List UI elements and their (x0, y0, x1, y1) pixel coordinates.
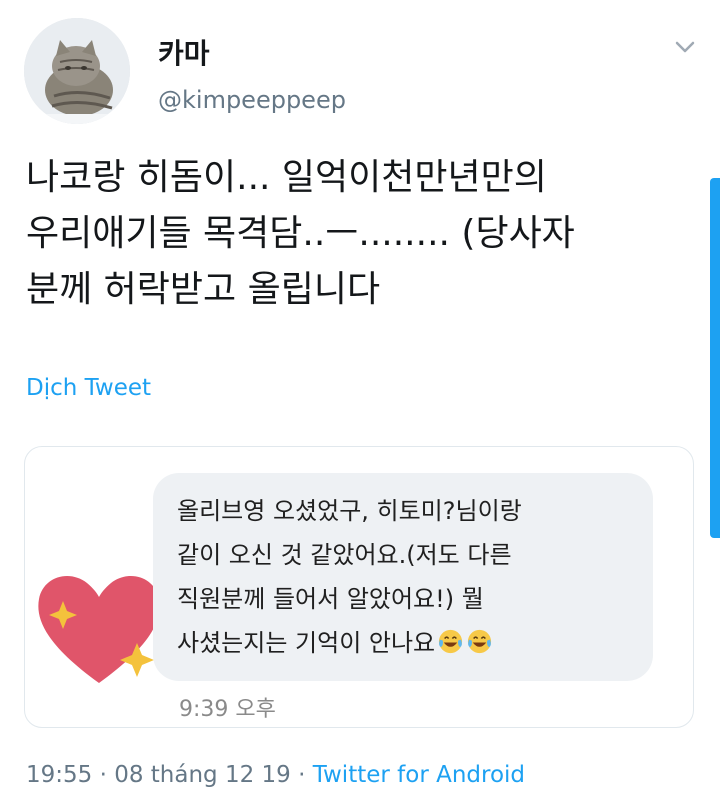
message-line: 사셨는지는 기억이 안나요 (177, 629, 436, 657)
message-line: 올리브영 오셨었구, 히토미?님이랑 (177, 497, 522, 525)
message-line: 직원분께 들어서 알았어요!) 뭘 (177, 585, 484, 613)
laughing-tears-emoji-icon (468, 629, 492, 654)
tweet-meta: 19:55 · 08 tháng 12 19 · Twitter for And… (26, 762, 525, 788)
tweet-text-line: 분께 허락받고 올립니다 (26, 269, 381, 310)
sparkling-heart-icon (38, 576, 160, 683)
author-handle[interactable]: @kimpeeppeep (158, 86, 346, 114)
tweet-timestamp: 19:55 · 08 tháng 12 19 · (26, 762, 313, 788)
message-bubble: 올리브영 오셨었구, 히토미?님이랑 같이 오신 것 같았어요.(저도 다른 직… (153, 473, 653, 681)
message-line-with-emoji: 사셨는지는 기억이 안나요 (177, 621, 633, 665)
author-display-name[interactable]: 카마 (158, 32, 210, 72)
source-app-link[interactable]: Twitter for Android (313, 762, 525, 788)
avatar[interactable] (24, 18, 130, 124)
embedded-image-card[interactable]: 올리브영 오셨었구, 히토미?님이랑 같이 오신 것 같았어요.(저도 다른 직… (24, 446, 694, 728)
chevron-down-icon[interactable] (672, 34, 698, 60)
message-line: 같이 오신 것 같았어요.(저도 다른 (177, 541, 512, 569)
tweet-text: 나코랑 히돔이... 일억이천만년만의 우리애기들 목격담..ㅡ........… (26, 150, 686, 318)
laughing-tears-emoji-icon (439, 629, 463, 654)
cat-avatar-icon (24, 18, 130, 124)
translate-tweet-link[interactable]: Dịch Tweet (26, 375, 151, 401)
tweet-text-line: 우리애기들 목격담..ㅡ........ (당사자 (26, 213, 575, 254)
message-time: 9:39 오후 (179, 697, 276, 722)
scrollbar[interactable] (710, 178, 720, 538)
tweet-text-line: 나코랑 히돔이... 일억이천만년만의 (26, 157, 547, 198)
